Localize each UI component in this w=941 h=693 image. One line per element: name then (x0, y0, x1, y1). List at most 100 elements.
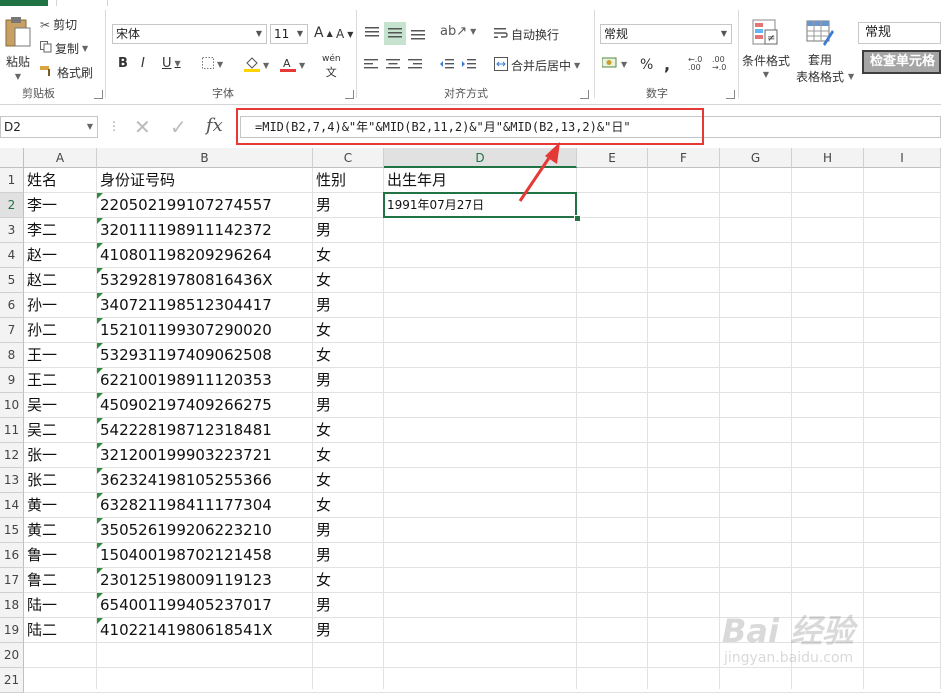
column-header-h[interactable]: H (792, 148, 864, 168)
cell-gender[interactable]: 男 (313, 218, 331, 243)
row-header-15[interactable]: 15 (0, 518, 24, 543)
row-header-21[interactable]: 21 (0, 668, 24, 693)
font-name-select[interactable]: 宋体 ▼ (112, 24, 267, 44)
row-header-6[interactable]: 6 (0, 293, 24, 318)
cell-gender[interactable]: 女 (313, 568, 331, 593)
cell-id-number[interactable]: 362324198105255366 (97, 468, 272, 493)
merge-center-button[interactable]: 合并后居中 ▼ (494, 57, 580, 74)
cell-gender[interactable]: 男 (313, 618, 331, 643)
font-launcher[interactable] (345, 90, 354, 99)
align-bottom-button[interactable] (410, 26, 426, 43)
cell-gender[interactable]: 男 (313, 593, 331, 618)
font-color-button[interactable]: A ▼ (280, 56, 305, 75)
cell-id-number[interactable]: 150400198702121458 (97, 543, 272, 568)
decrease-indent-button[interactable] (440, 58, 454, 73)
cell-name[interactable]: 李一 (24, 193, 57, 218)
cell-name[interactable]: 孙一 (24, 293, 57, 318)
formula-input[interactable]: =MID(B2,7,4)&"年"&MID(B2,11,2)&"月"&MID(B2… (240, 116, 941, 138)
cell-name[interactable]: 黄一 (24, 493, 57, 518)
format-as-table-button[interactable]: 套用 表格格式 (796, 18, 844, 85)
cell-id-number[interactable]: 632821198411177304 (97, 493, 272, 518)
insert-function-icon[interactable]: fx (206, 115, 223, 136)
cell-name[interactable]: 孙二 (24, 318, 57, 343)
border-button[interactable]: ▼ (202, 57, 223, 72)
cell-a1[interactable]: 姓名 (24, 168, 57, 193)
cell-id-number[interactable]: 220502199107274557 (97, 193, 272, 218)
align-top-button[interactable] (364, 26, 380, 43)
cell-name[interactable]: 陆二 (24, 618, 57, 643)
paste-button[interactable]: 粘贴 ▼ (4, 16, 32, 81)
cell-id-number[interactable]: 350526199206223210 (97, 518, 272, 543)
cell-name[interactable]: 赵一 (24, 243, 57, 268)
cell-gender[interactable]: 男 (313, 393, 331, 418)
column-header-g[interactable]: G (720, 148, 792, 168)
cell-name[interactable]: 王二 (24, 368, 57, 393)
name-box[interactable]: D2 ▼ (0, 116, 98, 138)
cell-id-number[interactable]: 450902197409266275 (97, 393, 272, 418)
cut-button[interactable]: ✂ 剪切 (40, 16, 77, 33)
row-header-12[interactable]: 12 (0, 443, 24, 468)
cell-c1[interactable]: 性别 (313, 168, 346, 193)
row-header-14[interactable]: 14 (0, 493, 24, 518)
decrease-decimal-button[interactable]: .00 →.0 (712, 56, 726, 72)
cell-b1[interactable]: 身份证号码 (97, 168, 175, 193)
cell-id-number[interactable]: 622100198911120353 (97, 368, 272, 393)
cell-name[interactable]: 陆一 (24, 593, 57, 618)
number-format-select[interactable]: 常规 ▼ (600, 24, 732, 44)
cell-gender[interactable]: 男 (313, 543, 331, 568)
cell-gender[interactable]: 女 (313, 443, 331, 468)
row-header-18[interactable]: 18 (0, 593, 24, 618)
row-header-17[interactable]: 17 (0, 568, 24, 593)
cell-name[interactable]: 王一 (24, 343, 57, 368)
clipboard-launcher[interactable] (94, 90, 103, 99)
comma-style-button[interactable]: , (664, 55, 670, 74)
cell-gender[interactable]: 女 (313, 418, 331, 443)
row-header-3[interactable]: 3 (0, 218, 24, 243)
cell-name[interactable]: 赵二 (24, 268, 57, 293)
row-header-4[interactable]: 4 (0, 243, 24, 268)
row-header-19[interactable]: 19 (0, 618, 24, 643)
cell-id-number[interactable]: 41022141980618541X (97, 618, 273, 643)
phonetic-button[interactable]: wén 文 (322, 54, 341, 80)
cell-id-number[interactable]: 230125198009119123 (97, 568, 272, 593)
row-header-7[interactable]: 7 (0, 318, 24, 343)
enter-icon[interactable]: ✓ (170, 115, 187, 139)
select-all-corner[interactable] (0, 148, 24, 168)
align-left-button[interactable] (364, 58, 378, 73)
fill-handle[interactable] (574, 215, 581, 222)
cell-style-normal[interactable]: 常规 (858, 22, 941, 44)
cell-id-number[interactable]: 340721198512304417 (97, 293, 272, 318)
cell-name[interactable]: 鲁一 (24, 543, 57, 568)
cell-id-number[interactable]: 654001199405237017 (97, 593, 272, 618)
column-header-d[interactable]: D (384, 148, 577, 168)
styles-more-button[interactable]: ▼ (848, 72, 854, 81)
cell-gender[interactable]: 男 (313, 518, 331, 543)
grow-font-button[interactable]: A ▲ (314, 25, 333, 41)
cell-id-number[interactable]: 320111198911142372 (97, 218, 272, 243)
cell-name[interactable]: 张一 (24, 443, 57, 468)
currency-button[interactable]: ▼ (601, 56, 627, 73)
column-header-f[interactable]: F (648, 148, 720, 168)
increase-indent-button[interactable] (462, 58, 476, 73)
align-right-button[interactable] (408, 58, 422, 73)
cell-name[interactable]: 鲁二 (24, 568, 57, 593)
cell-gender[interactable]: 女 (313, 493, 331, 518)
increase-decimal-button[interactable]: ←.0.00 (688, 56, 702, 72)
cell-gender[interactable]: 女 (313, 268, 331, 293)
number-launcher[interactable] (726, 90, 735, 99)
row-header-16[interactable]: 16 (0, 543, 24, 568)
cancel-icon[interactable]: ✕ (134, 115, 151, 139)
column-header-b[interactable]: B (97, 148, 313, 168)
row-header-11[interactable]: 11 (0, 418, 24, 443)
cell-name[interactable]: 张二 (24, 468, 57, 493)
cell-gender[interactable]: 女 (313, 343, 331, 368)
cell-d1[interactable]: 出生年月 (384, 168, 447, 193)
row-header-2[interactable]: 2 (0, 193, 24, 218)
row-header-5[interactable]: 5 (0, 268, 24, 293)
cell-gender[interactable]: 男 (313, 368, 331, 393)
row-header-13[interactable]: 13 (0, 468, 24, 493)
cell-name[interactable]: 黄二 (24, 518, 57, 543)
align-middle-button[interactable] (384, 22, 406, 45)
cell-id-number[interactable]: 321200199903223721 (97, 443, 272, 468)
column-header-e[interactable]: E (577, 148, 648, 168)
